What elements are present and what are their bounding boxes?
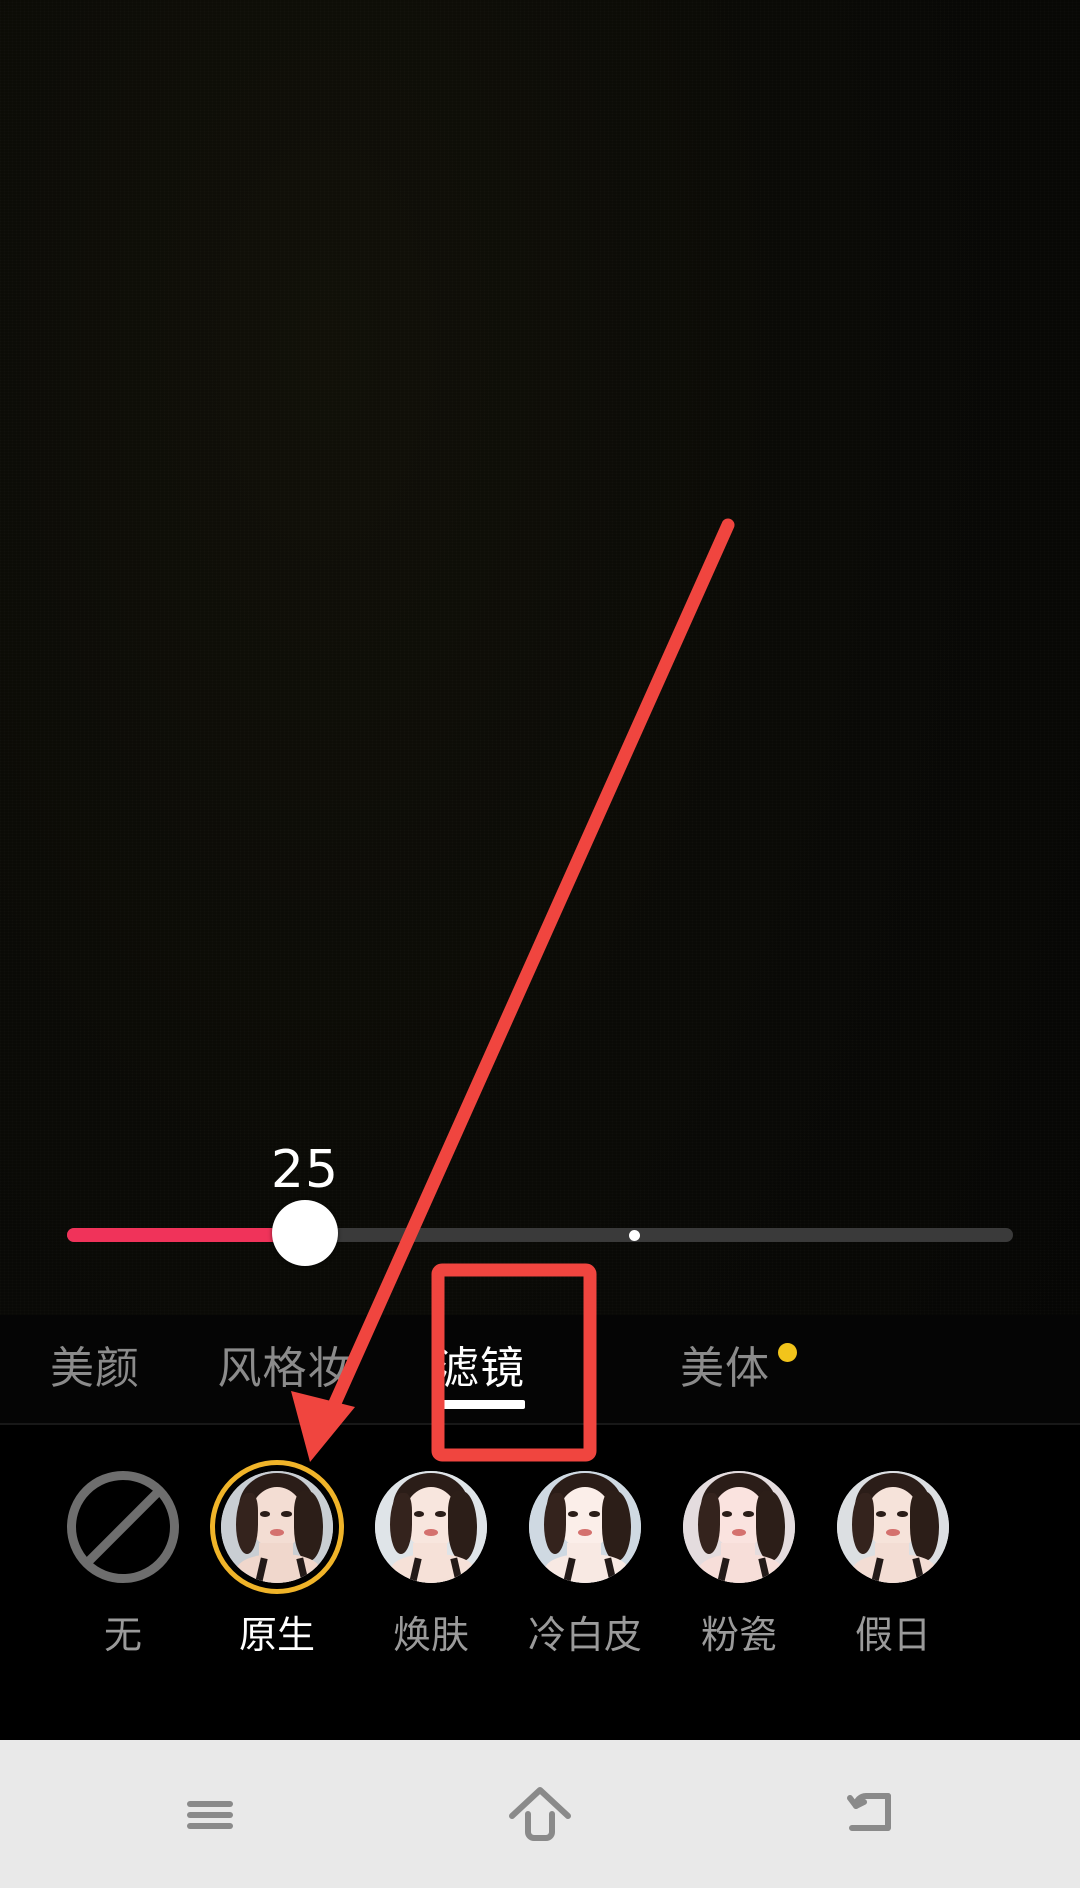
tab-filter-active-underline bbox=[435, 1400, 525, 1409]
back-icon bbox=[847, 1793, 891, 1831]
filter-label-holiday: 假日 bbox=[854, 1613, 931, 1657]
slider-midpoint-marker bbox=[629, 1230, 640, 1241]
nav-menu-button[interactable] bbox=[110, 1740, 310, 1888]
tab-body-label: 美体 bbox=[680, 1343, 797, 1391]
tab-style-makeup[interactable]: 风格妆 bbox=[190, 1315, 380, 1423]
filter-label-none: 无 bbox=[103, 1613, 142, 1657]
filter-item-holiday[interactable]: 假日 bbox=[813, 1425, 973, 1655]
filter-thumbnail-original bbox=[210, 1460, 344, 1594]
tab-beauty[interactable]: 美颜 bbox=[0, 1315, 190, 1423]
tab-style-makeup-label: 风格妆 bbox=[217, 1343, 353, 1394]
filter-item-pink-porcelain[interactable]: 粉瓷 bbox=[659, 1425, 819, 1655]
filter-list[interactable]: 无 原生 焕肤 冷白皮 粉瓷 假日 bbox=[0, 1425, 1080, 1740]
filter-item-none[interactable]: 无 bbox=[43, 1425, 203, 1655]
nav-home-button[interactable] bbox=[440, 1740, 640, 1888]
filter-intensity-slider[interactable]: 25 bbox=[0, 1140, 1080, 1310]
home-icon bbox=[509, 1787, 571, 1841]
filter-thumbnail-cool-white bbox=[529, 1471, 641, 1583]
filter-label-pink-porcelain: 粉瓷 bbox=[700, 1613, 777, 1657]
filter-label-renew-skin: 焕肤 bbox=[392, 1613, 469, 1657]
slider-thumb[interactable] bbox=[272, 1200, 338, 1266]
menu-icon bbox=[187, 1801, 233, 1829]
filter-thumbnail-renew-skin bbox=[375, 1471, 487, 1583]
slider-value-label: 25 bbox=[270, 1140, 340, 1200]
tab-filter[interactable]: 滤镜 bbox=[400, 1315, 560, 1423]
slider-track[interactable] bbox=[67, 1228, 1013, 1242]
filter-label-cool-white: 冷白皮 bbox=[527, 1613, 642, 1657]
filter-item-original[interactable]: 原生 bbox=[197, 1425, 357, 1655]
filter-label-original: 原生 bbox=[238, 1613, 315, 1657]
tab-bar: 美颜 风格妆 滤镜 美体 bbox=[0, 1315, 1080, 1425]
filter-item-renew-skin[interactable]: 焕肤 bbox=[351, 1425, 511, 1655]
slider-fill bbox=[67, 1228, 305, 1242]
no-filter-icon bbox=[67, 1471, 179, 1583]
nav-back-button[interactable] bbox=[770, 1740, 970, 1888]
tab-body[interactable]: 美体 bbox=[630, 1315, 820, 1423]
system-navigation-bar bbox=[0, 1740, 1080, 1888]
tab-body-new-badge-dot-icon bbox=[778, 1343, 797, 1362]
filter-thumbnail-pink-porcelain bbox=[683, 1471, 795, 1583]
tab-beauty-label: 美颜 bbox=[50, 1343, 140, 1394]
filter-thumbnail-holiday bbox=[837, 1471, 949, 1583]
bottom-control-panel: 美颜 风格妆 滤镜 美体 无 原生 焕肤 冷白皮 粉瓷 假日 bbox=[0, 1315, 1080, 1740]
filter-item-cool-white[interactable]: 冷白皮 bbox=[505, 1425, 665, 1655]
tab-filter-label: 滤镜 bbox=[435, 1343, 525, 1394]
